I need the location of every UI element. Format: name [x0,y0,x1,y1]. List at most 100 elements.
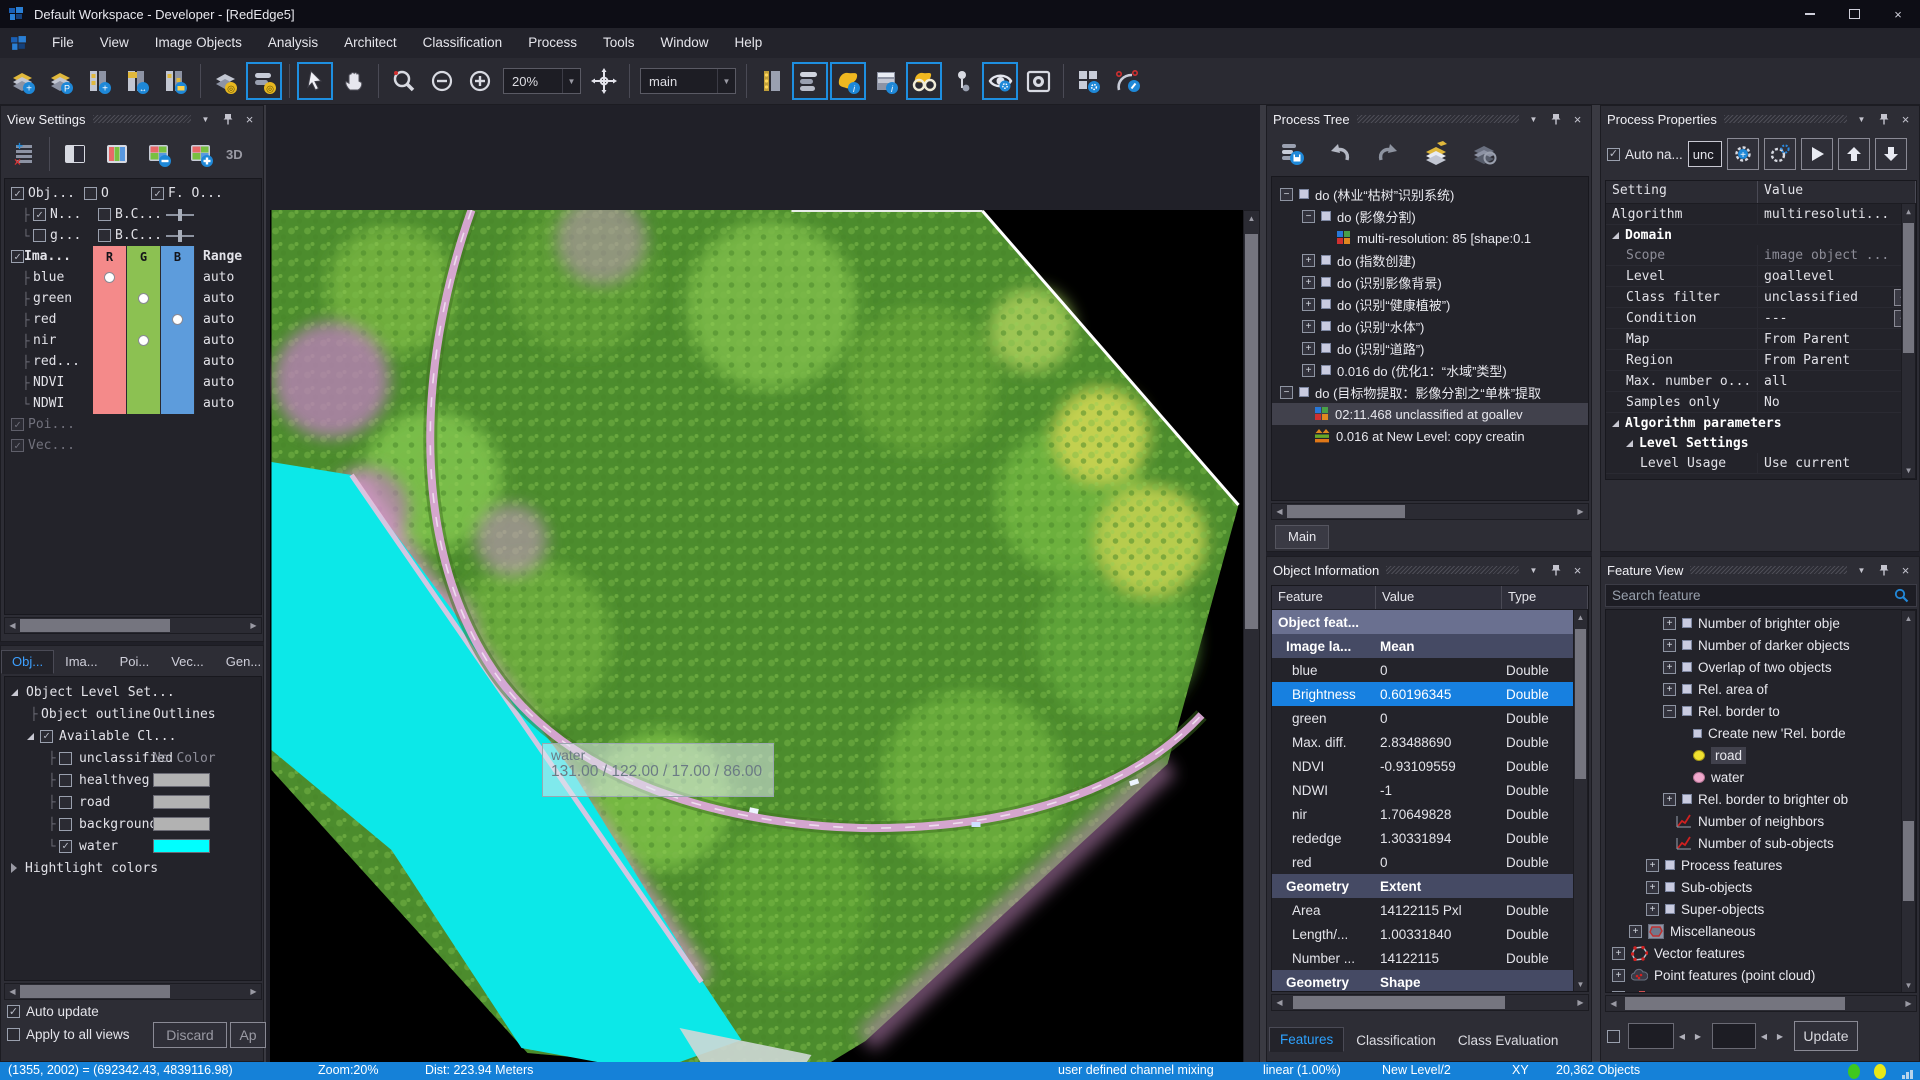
show-classification-icon[interactable]: i [830,62,866,100]
feature-tree-item[interactable]: +Overlap of two objects [1606,656,1916,678]
class-item-healthveg[interactable]: ├healthveg [5,769,261,791]
select-cursor-icon[interactable] [297,62,333,100]
class-visibility-checkbox[interactable] [59,752,72,765]
menu-item-window[interactable]: Window [647,28,721,58]
expander-minus-icon[interactable]: − [1663,705,1676,718]
viewport-vscrollbar[interactable]: ▲▼ [1243,210,1260,1080]
process-property-row[interactable]: Algorithm parameters [1606,413,1916,433]
feature-tree-item[interactable]: road [1606,744,1916,766]
channel-cell[interactable] [93,372,127,393]
expander-plus-icon[interactable]: + [1646,881,1659,894]
process-tree-item[interactable]: +do (识别影像背景) [1272,271,1588,293]
tree-item-object-outline[interactable]: ├Object outlineOutlines [5,703,261,725]
feature-tree-item[interactable]: +Number of brighter obje [1606,612,1916,634]
object-info-row[interactable]: Brightness0.60196345Double [1272,682,1588,706]
assign-template-icon[interactable]: ↔ [119,62,155,100]
process-tree-item[interactable]: multi-resolution: 85 [shape:0.1 [1272,227,1588,249]
zoom-in-icon[interactable] [462,62,498,100]
save-view-layers-icon[interactable]: ◎ [208,62,244,100]
object-info-row[interactable]: Number ...14122115Double [1272,946,1588,970]
feature-tree-item[interactable]: +Process features [1606,854,1916,876]
feature-tree-item[interactable]: Number of sub-objects [1606,832,1916,854]
expander-plus-icon[interactable]: + [1663,793,1676,806]
group-expander-icon[interactable] [1612,232,1619,239]
class-panel-hscrollbar[interactable]: ◀▶ [4,983,262,1000]
feature-view-hscrollbar[interactable]: ◀▶ [1605,995,1917,1012]
execute-process-icon[interactable] [1801,138,1833,170]
pin-icon[interactable] [1548,112,1563,127]
create-project-icon[interactable]: + [5,62,41,100]
channel-cell[interactable] [161,267,195,288]
feature-tree-item[interactable]: −Rel. border to [1606,700,1916,722]
expander-minus-icon[interactable]: − [1302,210,1315,223]
tab-classification[interactable]: Classification [1346,1029,1446,1052]
object-info-row[interactable]: NDWI-1Double [1272,778,1588,802]
feature-tree-item[interactable]: Create new 'Rel. borde [1606,722,1916,744]
process-property-row[interactable]: Scopeimage object ... [1606,245,1916,266]
expander-plus-icon[interactable]: + [1302,320,1315,333]
process-tree-item[interactable]: +0.016 do (优化1：“水域”类型) [1272,359,1588,381]
algorithm-settings-icon[interactable] [1764,138,1796,170]
channel-mixing-status[interactable]: user defined channel mixing [1058,1063,1214,1077]
object-info-row[interactable]: green0Double [1272,706,1588,730]
image-layer-row[interactable]: ├blueauto [5,267,261,288]
open-project-icon[interactable]: P [43,62,79,100]
tab-obj[interactable]: Obj... [1,650,54,674]
menu-item-view[interactable]: View [87,28,142,58]
object-info-row[interactable]: rededge1.30331894Double [1272,826,1588,850]
close-icon[interactable]: × [1898,563,1913,578]
process-tree-item[interactable]: 0.016 at New Level: copy creatin [1272,425,1588,447]
channel-cell[interactable] [161,351,195,372]
feature-view-window-icon[interactable]: i [868,62,904,100]
minimize-button[interactable] [1788,0,1832,28]
class-visibility-checkbox[interactable] [59,840,72,853]
increase-min-icon[interactable]: ▶ [1690,1027,1706,1045]
chevron-down-icon[interactable]: ▼ [1526,112,1541,127]
layer-visibility-checkbox[interactable] [11,418,24,431]
apply-button[interactable]: Ap [230,1022,266,1048]
feature-tree-item[interactable]: +Number of darker objects [1606,634,1916,656]
tree-item-object-level-settings[interactable]: Object Level Set... [5,681,261,703]
object-info-row[interactable]: Length/...1.00331840Double [1272,922,1588,946]
zoom-level-combo[interactable]: 20%▼ [503,68,581,94]
view-settings-hscrollbar[interactable]: ◀▶ [4,617,262,634]
layer-visibility-checkbox[interactable] [11,439,24,452]
object-info-row[interactable]: red0Double [1272,850,1588,874]
tab-poi[interactable]: Poi... [109,650,161,674]
feature-max-input[interactable] [1712,1023,1756,1049]
search-icon[interactable] [1894,588,1909,603]
channel-cell[interactable] [127,267,161,288]
add-image-layer-icon[interactable]: + [81,62,117,100]
object-info-row[interactable]: GeometryShape [1272,970,1588,992]
pixel-transparency-icon[interactable] [906,62,942,100]
feature-tree-item[interactable]: water [1606,766,1916,788]
auto-update-checkbox[interactable] [7,1005,20,1018]
class-item-background[interactable]: ├background [5,813,261,835]
area-zoom-icon[interactable] [386,62,422,100]
chevron-down-icon[interactable]: ▼ [198,112,213,127]
pin-icon[interactable] [220,112,235,127]
process-tree-item[interactable]: +do (识别“健康植被”) [1272,293,1588,315]
menu-item-file[interactable]: File [39,28,87,58]
channel-cell[interactable] [93,351,127,372]
pin-icon[interactable] [1548,563,1563,578]
increase-max-icon[interactable]: ▶ [1772,1027,1788,1045]
decrease-max-icon[interactable]: ◀ [1756,1027,1772,1045]
search-feature-input[interactable] [1605,584,1917,607]
process-property-row[interactable]: Domain [1606,225,1916,245]
expander-closed-icon[interactable] [11,863,17,873]
feature-tree-item[interactable]: +Miscellaneous [1606,920,1916,942]
process-property-row[interactable]: MapFrom Parent [1606,329,1916,350]
stretch-status[interactable]: linear (1.00%) [1263,1063,1341,1077]
object-info-row[interactable]: Object feat... [1272,610,1588,634]
class-visibility-checkbox[interactable] [59,774,72,787]
feature-tree-item[interactable]: Number of neighbors [1606,810,1916,832]
process-property-row[interactable]: Class filterunclassified.. [1606,287,1916,308]
expander-plus-icon[interactable]: + [1663,617,1676,630]
view-settings-toggle-icon[interactable]: ◎ [246,62,282,100]
tab-ima[interactable]: Ima... [54,650,109,674]
expander-plus-icon[interactable]: + [1302,276,1315,289]
expander-open-icon[interactable] [11,689,18,696]
object-info-row[interactable]: Max. diff.2.83488690Double [1272,730,1588,754]
collapse-processes-icon[interactable] [1466,134,1502,172]
